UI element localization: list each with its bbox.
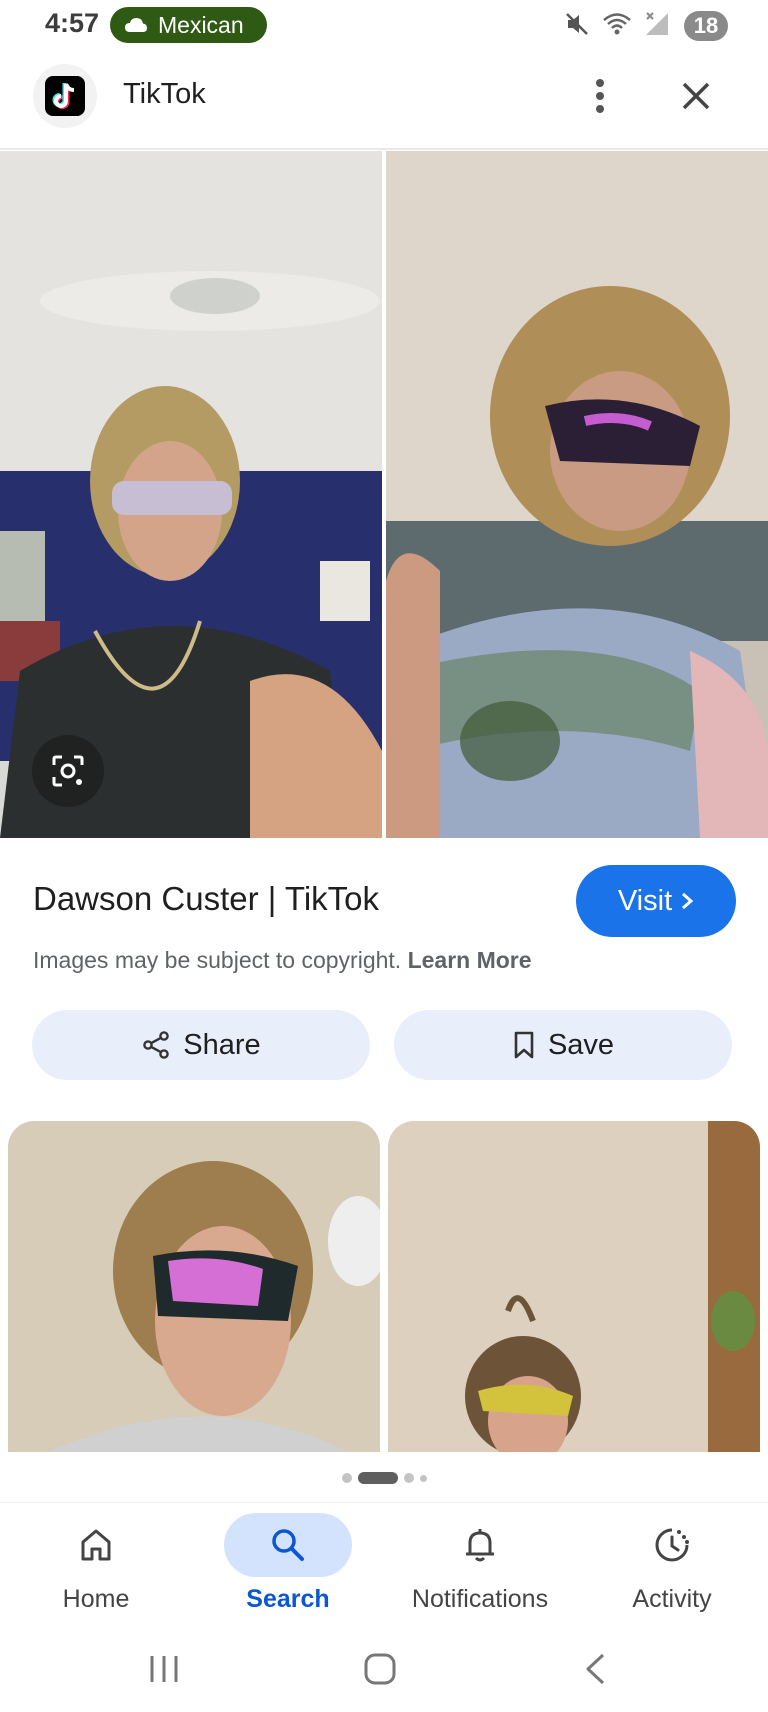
media-status-pill[interactable]: Mexican — [110, 7, 267, 43]
share-icon — [143, 1031, 170, 1059]
pager-dot — [403, 1473, 414, 1483]
bell-icon — [466, 1529, 494, 1562]
back-icon — [586, 1653, 605, 1685]
related-image[interactable] — [8, 1121, 380, 1452]
nav-home[interactable]: Home — [0, 1503, 192, 1633]
nav-activity[interactable]: Activity — [576, 1503, 768, 1633]
more-options-button[interactable] — [580, 70, 620, 122]
image-pager — [0, 1468, 768, 1488]
nav-search[interactable]: Search — [192, 1503, 384, 1633]
signal-icon — [644, 11, 672, 42]
recent-apps-button[interactable] — [134, 1644, 194, 1694]
home-icon — [81, 1529, 111, 1561]
pager-dot-active — [357, 1472, 398, 1484]
cloud-icon — [124, 17, 148, 33]
bottom-navigation: Home Search Notifications Activity — [0, 1503, 768, 1633]
status-pill-text: Mexican — [158, 11, 244, 38]
back-button[interactable] — [565, 1644, 625, 1694]
learn-more-link[interactable]: Learn More — [408, 947, 532, 973]
share-button[interactable]: Share — [32, 1010, 370, 1080]
mute-icon — [564, 11, 590, 42]
lens-search-button[interactable] — [32, 735, 104, 807]
close-icon — [682, 82, 710, 110]
status-icons: 18 — [564, 10, 728, 42]
recents-icon — [150, 1656, 178, 1682]
source-site-name[interactable]: TikTok — [123, 78, 206, 111]
home-square-icon — [364, 1653, 396, 1685]
lens-icon — [52, 755, 84, 787]
bookmark-icon — [514, 1031, 534, 1059]
search-icon — [272, 1529, 304, 1561]
activity-icon — [655, 1528, 689, 1562]
chevron-right-icon — [682, 892, 694, 910]
nav-notifications-label: Notifications — [411, 1585, 549, 1613]
preview-image[interactable] — [0, 151, 768, 838]
nav-search-label: Search — [246, 1585, 330, 1613]
related-image[interactable] — [388, 1121, 760, 1452]
home-button[interactable] — [350, 1644, 410, 1694]
copyright-text: Images may be subject to copyright. — [33, 947, 402, 973]
nav-home-label: Home — [62, 1585, 130, 1613]
nav-activity-label: Activity — [632, 1585, 712, 1613]
save-button[interactable]: Save — [394, 1010, 732, 1080]
system-navigation-bar — [0, 1634, 768, 1712]
save-label: Save — [547, 1028, 615, 1061]
visit-button[interactable]: Visit — [576, 865, 736, 937]
pager-dot — [419, 1474, 427, 1482]
close-button[interactable] — [672, 72, 720, 120]
result-title[interactable]: Dawson Custer | TikTok — [33, 880, 379, 918]
header-divider — [0, 148, 768, 150]
pager-dot — [341, 1473, 352, 1483]
result-header: TikTok — [0, 58, 768, 148]
tiktok-logo — [33, 64, 97, 128]
wifi-icon — [602, 11, 632, 42]
status-time: 4:57 — [45, 8, 100, 38]
copyright-notice: Images may be subject to copyright. Lear… — [33, 947, 532, 974]
share-label: Share — [183, 1028, 261, 1061]
nav-notifications[interactable]: Notifications — [384, 1503, 576, 1633]
more-vert-icon — [596, 79, 604, 113]
visit-label: Visit — [617, 884, 673, 917]
battery-indicator: 18 — [684, 11, 728, 41]
status-bar: 4:57 Mexican 18 — [0, 0, 768, 52]
